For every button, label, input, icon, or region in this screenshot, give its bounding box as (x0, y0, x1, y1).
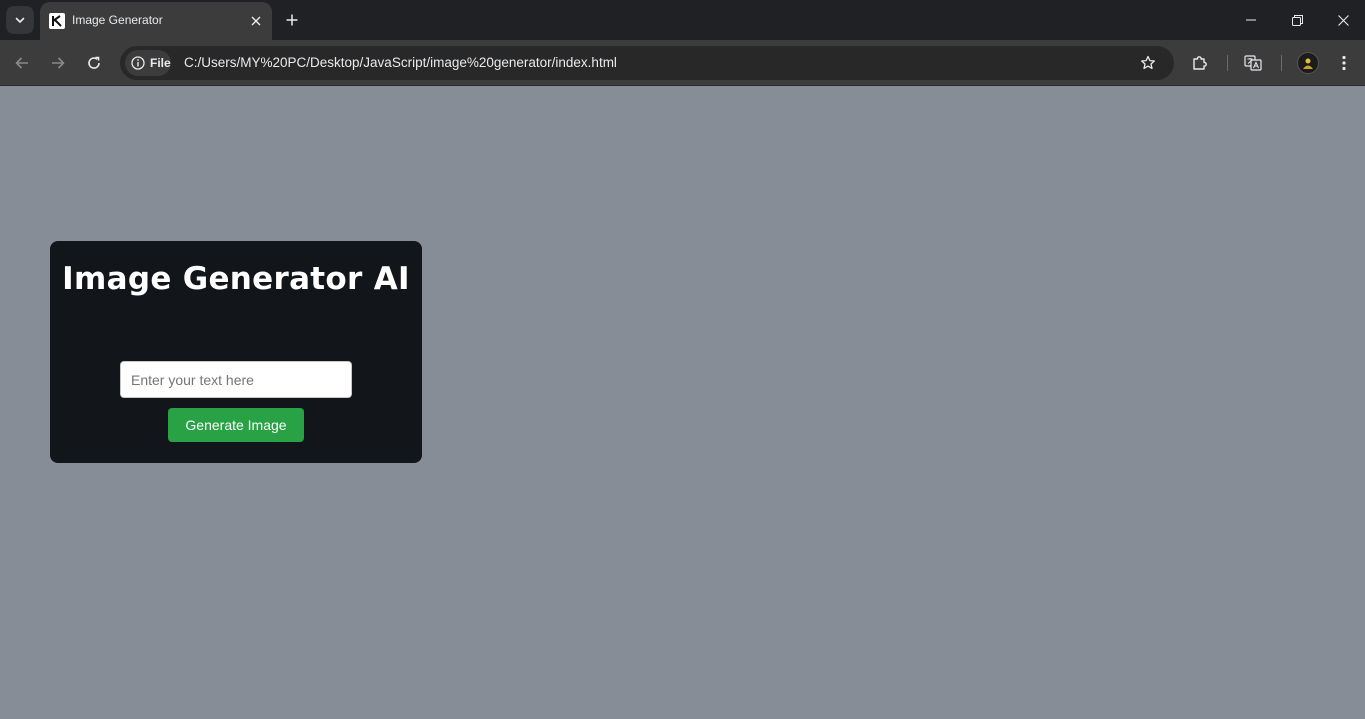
site-favicon (49, 13, 65, 29)
site-info-label: File (150, 56, 171, 70)
toolbar-separator (1281, 55, 1282, 71)
kebab-menu-icon (1342, 55, 1346, 71)
back-button[interactable] (7, 48, 37, 78)
browser-menu-button[interactable] (1331, 50, 1357, 76)
address-bar[interactable]: File C:/Users/MY%20PC/Desktop/JavaScript… (120, 46, 1174, 80)
active-tab[interactable]: Image Generator (40, 2, 272, 40)
generate-image-button[interactable]: Generate Image (168, 408, 304, 442)
forward-arrow-icon (52, 57, 65, 69)
prompt-input[interactable] (120, 361, 352, 398)
reload-button[interactable] (79, 48, 109, 78)
profile-button[interactable] (1295, 50, 1321, 76)
tab-close-button[interactable] (246, 11, 266, 31)
site-info-chip[interactable]: File (125, 50, 171, 76)
browser-toolbar: File C:/Users/MY%20PC/Desktop/JavaScript… (0, 40, 1365, 86)
avatar (1297, 52, 1319, 74)
page-title: Image Generator AI (62, 261, 410, 297)
reload-icon (88, 56, 100, 69)
star-icon (1141, 55, 1155, 70)
extensions-button[interactable] (1187, 50, 1213, 76)
translate-button[interactable] (1240, 50, 1266, 76)
generator-card: Image Generator AI Generate Image (50, 241, 422, 463)
chevron-down-icon (15, 17, 25, 23)
tab-strip: Image Generator (0, 0, 1365, 40)
bookmark-button[interactable] (1136, 51, 1160, 75)
info-icon (131, 56, 145, 70)
minimize-button[interactable] (1228, 0, 1274, 40)
close-icon (251, 16, 261, 26)
tab-title: Image Generator (72, 13, 163, 27)
back-arrow-icon (15, 57, 28, 69)
puzzle-icon (1193, 56, 1207, 70)
url-text[interactable]: C:/Users/MY%20PC/Desktop/JavaScript/imag… (184, 55, 617, 70)
forward-button[interactable] (43, 48, 73, 78)
tab-search-button[interactable] (6, 6, 34, 34)
close-icon (1337, 14, 1349, 26)
translate-icon (1244, 55, 1262, 71)
toolbar-separator (1227, 55, 1228, 71)
new-tab-button[interactable] (280, 8, 304, 32)
close-window-button[interactable] (1320, 0, 1365, 40)
restore-icon (1291, 14, 1303, 26)
plus-icon (286, 14, 298, 26)
restore-button[interactable] (1274, 0, 1320, 40)
minimize-icon (1246, 19, 1256, 21)
